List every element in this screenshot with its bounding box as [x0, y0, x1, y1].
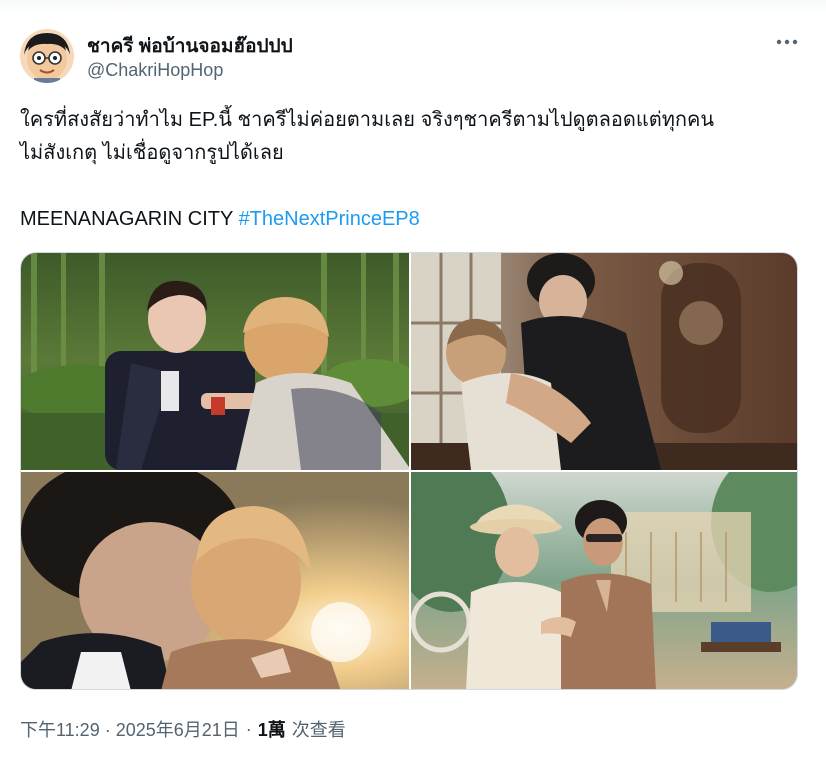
author-display-name[interactable]: ชาครี พ่อบ้านจอมฮ๊อปปป [87, 31, 293, 61]
tweet-text-prefix: MEENANAGARIN CITY [20, 208, 239, 230]
media-photo-2[interactable] [411, 253, 797, 470]
tweet-meta: 下午11:29 · 2025年6月21日 · 1萬 次查看 [20, 716, 346, 742]
media-photo-3[interactable] [21, 472, 409, 689]
photo-sunset-image [21, 472, 409, 689]
meta-separator: · [245, 718, 252, 739]
tweet-text: ใครที่สงสัยว่าทำไม EP.นี้ ชาครีไม่ค่อยตา… [20, 104, 810, 236]
views-count: 1萬 [257, 720, 286, 740]
more-horizontal-icon [776, 39, 798, 45]
author-avatar[interactable] [20, 29, 74, 83]
more-options-button[interactable] [770, 28, 804, 56]
tweet-text-line: ไม่สังเกตุ ไม่เชื่อดูจากรูปได้เลย [20, 142, 284, 164]
photo-beach-image [411, 472, 797, 689]
photo-garden-image [21, 253, 409, 470]
media-photo-1[interactable] [21, 253, 409, 470]
cartoon-face-icon [20, 29, 74, 83]
tweet-text-line: ใครที่สงสัยว่าทำไม EP.นี้ ชาครีไม่ค่อยตา… [20, 109, 715, 131]
media-grid [20, 252, 798, 690]
tweet-text-line: MEENANAGARIN CITY #TheNextPrinceEP8 [20, 203, 810, 236]
tweet-timestamp[interactable]: 下午11:29 · 2025年6月21日 [20, 716, 240, 742]
media-photo-4[interactable] [411, 472, 797, 689]
views-label: 次查看 [291, 720, 346, 740]
photo-room-image [411, 253, 797, 470]
scroll-top-edge [0, 0, 826, 14]
hashtag-link[interactable]: #TheNextPrinceEP8 [239, 208, 420, 230]
author-handle[interactable]: @ChakriHopHop [87, 60, 223, 81]
